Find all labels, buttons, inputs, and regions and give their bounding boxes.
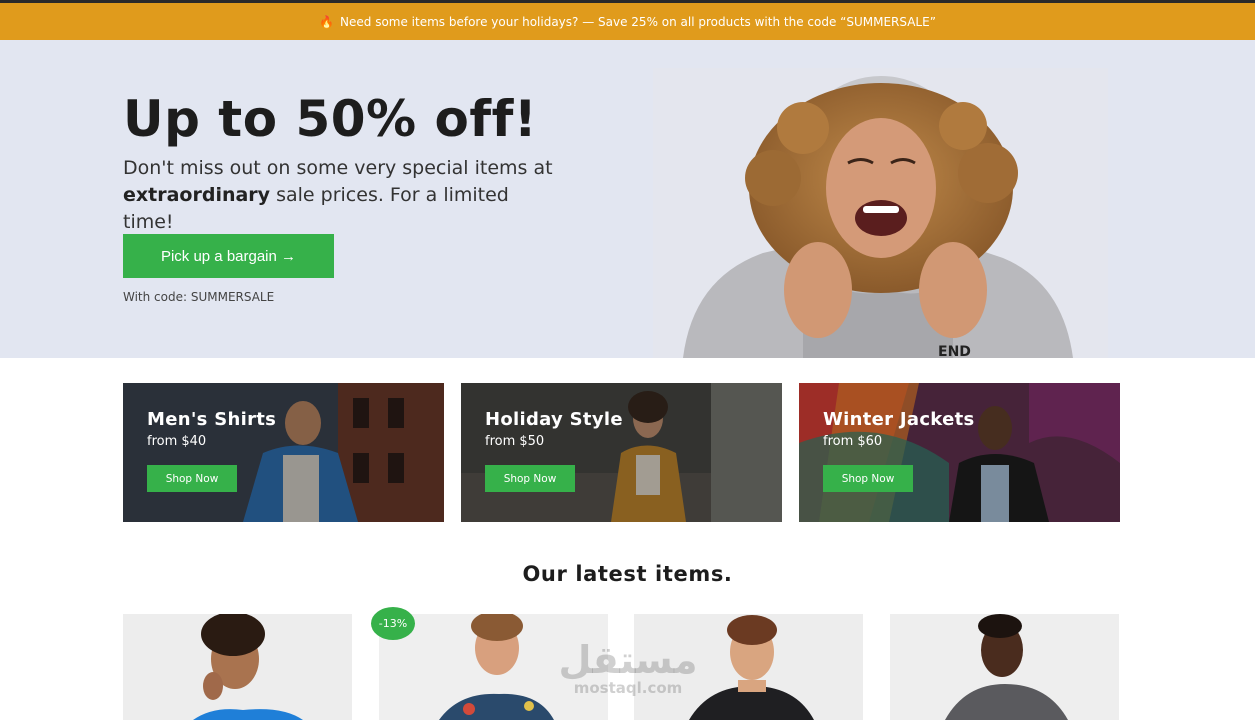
category-title: Holiday Style: [485, 409, 623, 430]
flame-icon: 🔥: [319, 14, 335, 29]
category-price: from $40: [147, 434, 207, 449]
category-price: from $50: [485, 434, 545, 449]
product-image: [123, 614, 352, 720]
latest-items-heading: Our latest items.: [522, 562, 733, 586]
category-title: Men's Shirts: [147, 409, 277, 430]
hero-photo: END: [653, 68, 1108, 358]
shop-now-button[interactable]: Shop Now: [485, 465, 575, 492]
pick-up-bargain-button[interactable]: Pick up a bargain →: [123, 234, 334, 278]
shop-now-button[interactable]: Shop Now: [147, 465, 237, 492]
category-card-mens-shirts[interactable]: Men's Shirts from $40 Shop Now: [123, 383, 444, 522]
discount-badge: -13%: [371, 607, 415, 640]
hero-subtitle: Don't miss out on some very special item…: [123, 157, 553, 233]
winter-jackets-photo: [799, 383, 1120, 522]
product-card[interactable]: [634, 614, 863, 720]
product-image: [890, 614, 1119, 720]
product-card[interactable]: [890, 614, 1119, 720]
promo-text: Need some items before your holidays? — …: [340, 14, 936, 29]
mens-shirts-photo: [123, 383, 444, 522]
product-image: [634, 614, 863, 720]
category-card-winter-jackets[interactable]: Winter Jackets from $60 Shop Now: [799, 383, 1120, 522]
category-title: Winter Jackets: [823, 409, 975, 430]
hero-section: Up to 50% off! Don't miss out on some ve…: [0, 40, 1255, 358]
product-card[interactable]: [379, 614, 608, 720]
hero-subtitle-emphasis: extraordinary: [123, 184, 271, 206]
product-card[interactable]: [123, 614, 352, 720]
promo-banner: 🔥 Need some items before your holidays? …: [0, 3, 1255, 40]
hero-title: Up to 50% off!: [123, 90, 538, 148]
product-image: [379, 614, 608, 720]
promo-code-text: With code: SUMMERSALE: [123, 290, 275, 304]
holiday-style-photo: [461, 383, 782, 522]
category-price: from $60: [823, 434, 883, 449]
shop-now-button[interactable]: Shop Now: [823, 465, 913, 492]
category-card-holiday-style[interactable]: Holiday Style from $50 Shop Now: [461, 383, 782, 522]
svg-text:END: END: [938, 344, 971, 358]
